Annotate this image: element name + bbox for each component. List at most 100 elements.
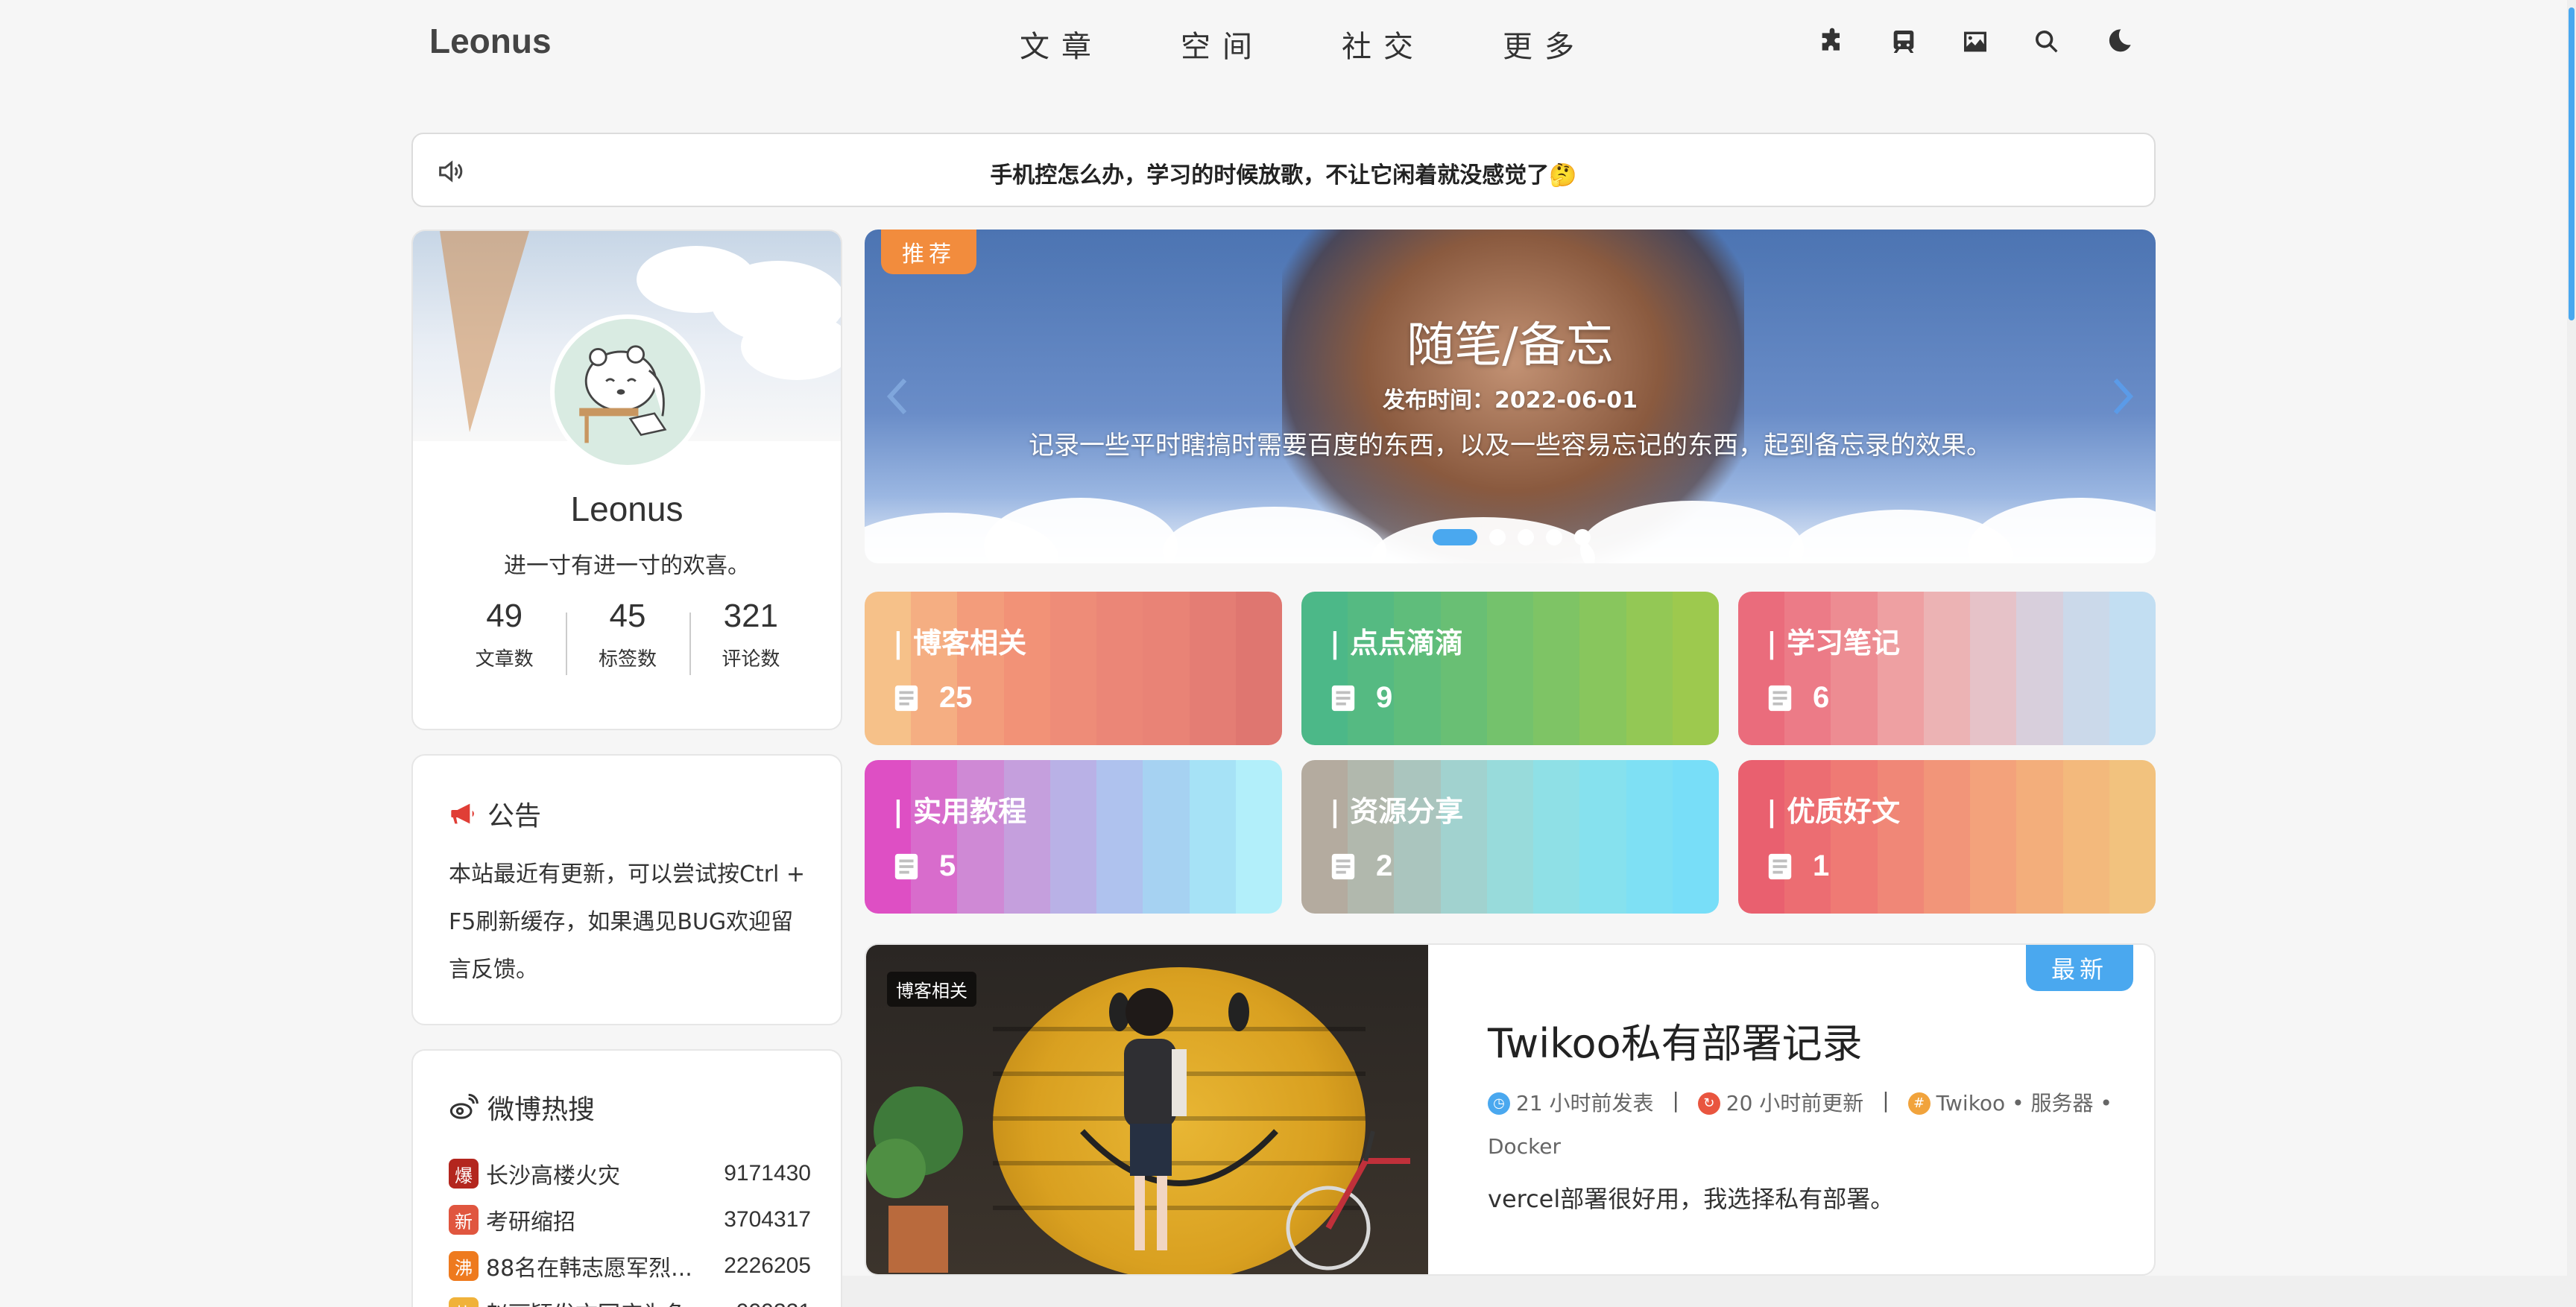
profile-bio: 进一寸有进一寸的欢喜。 — [504, 553, 750, 579]
category-stripe — [1784, 760, 1831, 914]
post-category-tag[interactable]: 博客相关 — [887, 972, 976, 1007]
featured-carousel[interactable]: 推荐 随笔/备忘 发布时间：2022-06-01 记录一些平时瞎搞时需要百度的东… — [865, 230, 2156, 563]
weibo-hot-item[interactable]: 热赵丽颖发文回应为鱼999321 — [449, 1289, 811, 1307]
category-stripe — [1923, 592, 1971, 745]
weibo-hot-item[interactable]: 爆长沙高楼火灾 9171430 — [449, 1151, 811, 1197]
category-stripe — [1189, 760, 1236, 914]
category-stripe — [1626, 760, 1673, 914]
carousel-dot[interactable] — [1574, 529, 1591, 545]
stat-number: 49 — [486, 598, 523, 634]
category-stripe — [1970, 592, 2017, 745]
category-tile[interactable]: | 学习笔记 6 — [1738, 592, 2156, 745]
category-tile[interactable]: | 优质好文 1 — [1738, 760, 2156, 914]
category-count-value: 1 — [1813, 849, 1830, 882]
avatar[interactable] — [550, 314, 705, 469]
menu-item-social[interactable]: 社交 — [1342, 22, 1425, 66]
stat-articles[interactable]: 49 文章数 — [443, 598, 566, 671]
weibo-rank-badge: 新 — [449, 1205, 479, 1235]
book-icon — [1331, 685, 1355, 711]
carousel-date: 发布时间：2022-06-01 — [1383, 387, 1638, 414]
search-icon[interactable] — [2030, 25, 2063, 58]
carousel-prev-button[interactable] — [883, 376, 912, 417]
category-stripe — [1831, 760, 1878, 914]
category-stripe — [1672, 760, 1719, 914]
page-scrollbar[interactable] — [2567, 0, 2576, 1307]
weibo-title: 微博热搜 — [487, 1095, 596, 1125]
menu-item-articles[interactable]: 文章 — [1020, 22, 1103, 66]
carousel-dot[interactable] — [1433, 529, 1477, 545]
post-title[interactable]: Twikoo私有部署记录 — [1488, 1010, 1863, 1069]
stat-tags[interactable]: 45 标签数 — [566, 598, 689, 675]
category-tile[interactable]: | 实用教程 5 — [865, 760, 1282, 914]
category-stripe — [1003, 760, 1050, 914]
category-stripe — [1738, 760, 1785, 914]
category-name: | 博客相关 — [893, 627, 1027, 659]
post-excerpt: vercel部署很好用，我选择私有部署。 — [1488, 1185, 1895, 1213]
profile-card: Leonus 进一寸有进一寸的欢喜。 49 文章数 45 标签数 321 评论数 — [411, 230, 842, 730]
weibo-list: 爆长沙高楼火灾 9171430 新考研缩招 3704317 沸 88名在韩志愿军烈... 2… — [449, 1151, 811, 1307]
weibo-hot-item[interactable]: 沸 88名在韩志愿军烈... 2226205 — [449, 1243, 811, 1289]
post-tags-text[interactable]: Twikoo • 服务器 • — [1936, 1082, 2112, 1125]
image-icon[interactable] — [1959, 25, 1992, 58]
category-name: | 点点滴滴 — [1330, 627, 1464, 659]
stat-label: 评论数 — [722, 648, 780, 671]
book-icon — [1768, 853, 1792, 879]
carousel-dot[interactable] — [1489, 529, 1506, 545]
menu-item-space[interactable]: 空间 — [1181, 22, 1264, 66]
train-icon[interactable] — [1887, 25, 1920, 58]
weibo-heat-value: 999321 — [707, 1300, 811, 1307]
notice-bar: 手机控怎么办，学习的时候放歌，不让它闲着就没感觉了🤔 — [411, 133, 2156, 207]
weibo-header: 微博热搜 — [449, 1088, 595, 1127]
category-stripe — [1831, 592, 1878, 745]
category-stripe — [1235, 760, 1282, 914]
category-stripe — [1486, 760, 1534, 914]
book-icon — [894, 853, 918, 879]
category-stripe — [1923, 760, 1971, 914]
moon-icon[interactable] — [2102, 25, 2135, 58]
category-stripe — [1970, 760, 2017, 914]
weibo-hot-word[interactable]: 88名在韩志愿军烈... — [486, 1250, 707, 1282]
figure-illustration — [1124, 988, 1187, 1250]
post-card[interactable]: 博客相关 最新 Twikoo私有部署记录 ◷ 21 小时前发表 | ↻ 20 小… — [865, 943, 2156, 1276]
category-stripe — [1096, 760, 1143, 914]
category-stripe — [911, 592, 958, 745]
post-meta: ◷ 21 小时前发表 | ↻ 20 小时前更新 | # Twikoo • 服务器… — [1488, 1079, 2114, 1168]
category-stripe — [957, 592, 1004, 745]
post-cover-image[interactable]: 博客相关 — [866, 945, 1428, 1274]
category-stripe — [1440, 592, 1487, 745]
weibo-icon — [449, 1093, 479, 1119]
category-count-value: 9 — [1376, 681, 1393, 714]
site-brand[interactable]: Leonus — [429, 21, 552, 61]
puzzle-icon[interactable] — [1816, 25, 1849, 58]
newest-tag: 最新 — [2026, 945, 2133, 991]
bottom-edge — [842, 1276, 2576, 1307]
weibo-hot-item[interactable]: 新考研缩招 3704317 — [449, 1197, 811, 1243]
category-stripe — [1301, 760, 1348, 914]
announcement-body: 本站最近有更新，可以尝试按Ctrl + F5刷新缓存，如果遇见BUG欢迎留言反馈… — [449, 861, 806, 983]
menu-item-more[interactable]: 更多 — [1503, 22, 1586, 66]
scrollbar-thumb[interactable] — [2569, 7, 2575, 320]
post-tags-text-2[interactable]: Docker — [1488, 1134, 1561, 1159]
category-tile[interactable]: | 点点滴滴 9 — [1301, 592, 1719, 745]
category-tile[interactable]: | 资源分享 2 — [1301, 760, 1719, 914]
weibo-hot-word[interactable]: 赵丽颖发文回应为鱼 — [486, 1296, 707, 1307]
category-name: | 优质好文 — [1767, 795, 1901, 828]
weibo-hot-word[interactable]: 长沙高楼火灾 — [486, 1157, 707, 1190]
profile-name: Leonus — [570, 490, 684, 528]
category-count: 5 — [893, 849, 956, 883]
tag-icon: # — [1907, 1092, 1931, 1115]
weibo-heat-value: 9171430 — [724, 1161, 811, 1186]
carousel-next-button[interactable] — [2108, 376, 2138, 417]
carousel-title[interactable]: 随笔/备忘 — [865, 307, 2156, 376]
category-stripe — [1579, 760, 1626, 914]
plant-illustration — [866, 1086, 963, 1273]
bear-avatar-icon — [579, 345, 667, 443]
stat-comments[interactable]: 321 评论数 — [689, 598, 812, 675]
carousel-dot[interactable] — [1546, 529, 1562, 545]
weibo-heat-value: 3704317 — [724, 1207, 811, 1232]
category-stripe — [1143, 592, 1190, 745]
carousel-dot[interactable] — [1518, 529, 1534, 545]
post-tags[interactable]: # Twikoo • 服务器 • — [1907, 1082, 2112, 1125]
category-tile[interactable]: | 博客相关 25 — [865, 592, 1282, 745]
weibo-hot-word[interactable]: 考研缩招 — [486, 1203, 707, 1236]
